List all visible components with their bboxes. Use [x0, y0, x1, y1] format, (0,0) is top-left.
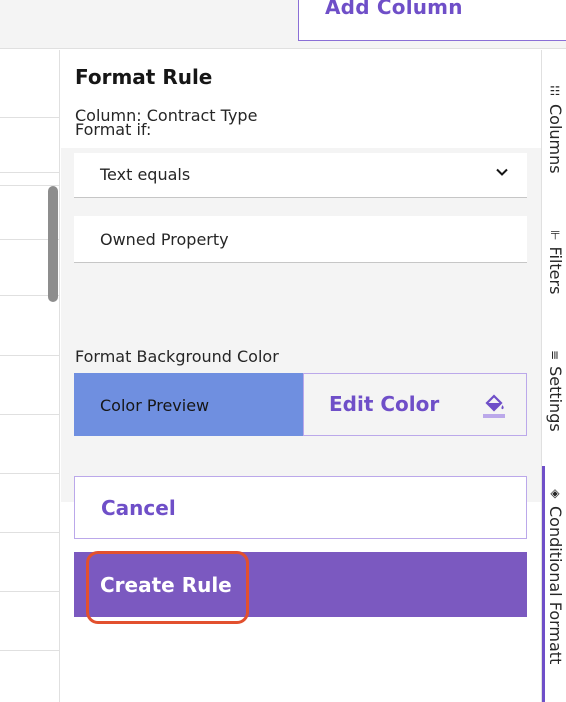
cancel-button[interactable]: Cancel — [74, 476, 527, 539]
grid-scrollbar[interactable] — [48, 186, 58, 302]
edit-color-button[interactable]: Edit Color — [303, 373, 527, 436]
tab-conditional-formatting[interactable]: ◈ Conditional Formatt — [545, 486, 565, 664]
grid-row-line — [0, 650, 60, 651]
color-preview-swatch: Color Preview — [74, 373, 303, 436]
data-grid-background — [0, 50, 60, 702]
format-form — [61, 148, 541, 502]
tab-columns-label: Columns — [546, 104, 565, 174]
condition-select[interactable]: Text equals — [74, 153, 527, 198]
tab-columns[interactable]: ☷ Columns — [545, 84, 565, 174]
format-if-label: Format if: — [75, 120, 152, 139]
background-color-label: Format Background Color — [75, 347, 279, 366]
chevron-down-icon — [496, 168, 508, 176]
grid-row-line — [0, 591, 60, 592]
tab-settings[interactable]: ≡ Settings — [545, 350, 565, 432]
tab-settings-label: Settings — [546, 366, 565, 432]
grid-row-line — [0, 414, 60, 415]
grid-icon: ☷ — [548, 84, 562, 98]
grid-row-line — [0, 117, 60, 118]
tab-conditional-label: Conditional Formatt — [546, 506, 565, 665]
grid-row-line — [0, 532, 60, 533]
side-rail: ☷ Columns ⊩ Filters ≡ Settings ◈ Conditional… — [541, 50, 566, 702]
settings-icon: ≡ — [548, 350, 562, 361]
edit-color-label: Edit Color — [329, 392, 440, 416]
condition-select-value: Text equals — [100, 165, 191, 184]
create-rule-button[interactable]: Create Rule — [74, 552, 527, 617]
format-rule-panel: Format Rule Column: Contract Type Format… — [61, 50, 541, 702]
top-toolbar: Add Column — [0, 0, 566, 49]
color-preview-label: Color Preview — [100, 396, 210, 415]
panel-title: Format Rule — [75, 65, 213, 89]
grid-row-line — [0, 172, 60, 173]
grid-row-line — [0, 473, 60, 474]
condition-value-input[interactable] — [74, 216, 527, 263]
grid-row-line — [0, 355, 60, 356]
paint-bucket-icon: ◈ — [548, 486, 562, 500]
tab-filters-label: Filters — [546, 246, 565, 295]
paint-bucket-icon — [483, 394, 505, 418]
filter-icon: ⊩ — [548, 230, 562, 241]
tab-filters[interactable]: ⊩ Filters — [545, 230, 565, 294]
add-column-button[interactable]: Add Column — [298, 0, 566, 41]
